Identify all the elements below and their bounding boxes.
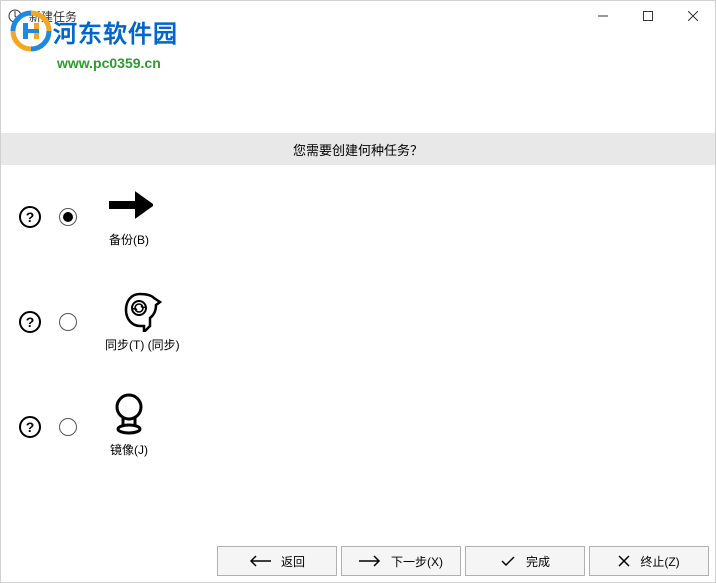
finish-label: 完成 bbox=[526, 553, 550, 570]
watermark-url: www.pc0359.cn bbox=[57, 55, 178, 71]
option-label-mirror: 镜像(J) bbox=[110, 441, 148, 458]
option-label-sync: 同步(T) (同步) bbox=[105, 336, 180, 353]
options-container: ? 备份(B) ? 同步(T) (同步) bbox=[1, 165, 715, 520]
maximize-icon bbox=[643, 11, 653, 21]
window-controls bbox=[580, 1, 715, 31]
cancel-button[interactable]: 终止(Z) bbox=[589, 546, 709, 576]
mirror-icon bbox=[105, 395, 153, 435]
option-mirror: ? 镜像(J) bbox=[19, 395, 697, 458]
next-button[interactable]: 下一步(X) bbox=[341, 546, 461, 576]
option-sync: ? 同步(T) (同步) bbox=[19, 290, 697, 353]
cancel-label: 终止(Z) bbox=[640, 553, 679, 570]
question-text: 您需要创建何种任务？ bbox=[293, 140, 423, 159]
option-label-backup: 备份(B) bbox=[109, 231, 149, 248]
close-button[interactable] bbox=[670, 1, 715, 31]
arrow-right-icon bbox=[105, 185, 153, 225]
x-icon bbox=[618, 555, 630, 567]
next-label: 下一步(X) bbox=[391, 553, 443, 570]
arrow-right-icon bbox=[359, 555, 381, 567]
back-label: 返回 bbox=[281, 553, 305, 570]
help-icon-mirror[interactable]: ? bbox=[19, 416, 41, 438]
radio-backup[interactable] bbox=[59, 208, 77, 226]
minimize-button[interactable] bbox=[580, 1, 625, 31]
radio-mirror[interactable] bbox=[59, 418, 77, 436]
check-icon bbox=[500, 555, 516, 567]
footer: 返回 下一步(X) 完成 终止(Z) bbox=[1, 540, 715, 582]
arrow-left-icon bbox=[249, 555, 271, 567]
help-icon-sync[interactable]: ? bbox=[19, 311, 41, 333]
option-backup: ? 备份(B) bbox=[19, 185, 697, 248]
window-title: 新建任务 bbox=[29, 8, 77, 25]
back-button[interactable]: 返回 bbox=[217, 546, 337, 576]
help-icon-backup[interactable]: ? bbox=[19, 206, 41, 228]
close-icon bbox=[688, 11, 698, 21]
option-content-sync[interactable]: 同步(T) (同步) bbox=[105, 290, 180, 353]
minimize-icon bbox=[598, 11, 608, 21]
option-content-backup[interactable]: 备份(B) bbox=[105, 185, 153, 248]
finish-button[interactable]: 完成 bbox=[465, 546, 585, 576]
radio-sync[interactable] bbox=[59, 313, 77, 331]
option-content-mirror[interactable]: 镜像(J) bbox=[105, 395, 153, 458]
maximize-button[interactable] bbox=[625, 1, 670, 31]
titlebar: 新建任务 bbox=[1, 1, 715, 31]
app-icon bbox=[7, 8, 23, 24]
sync-head-icon bbox=[118, 290, 166, 330]
question-bar: 您需要创建何种任务？ bbox=[1, 133, 715, 165]
